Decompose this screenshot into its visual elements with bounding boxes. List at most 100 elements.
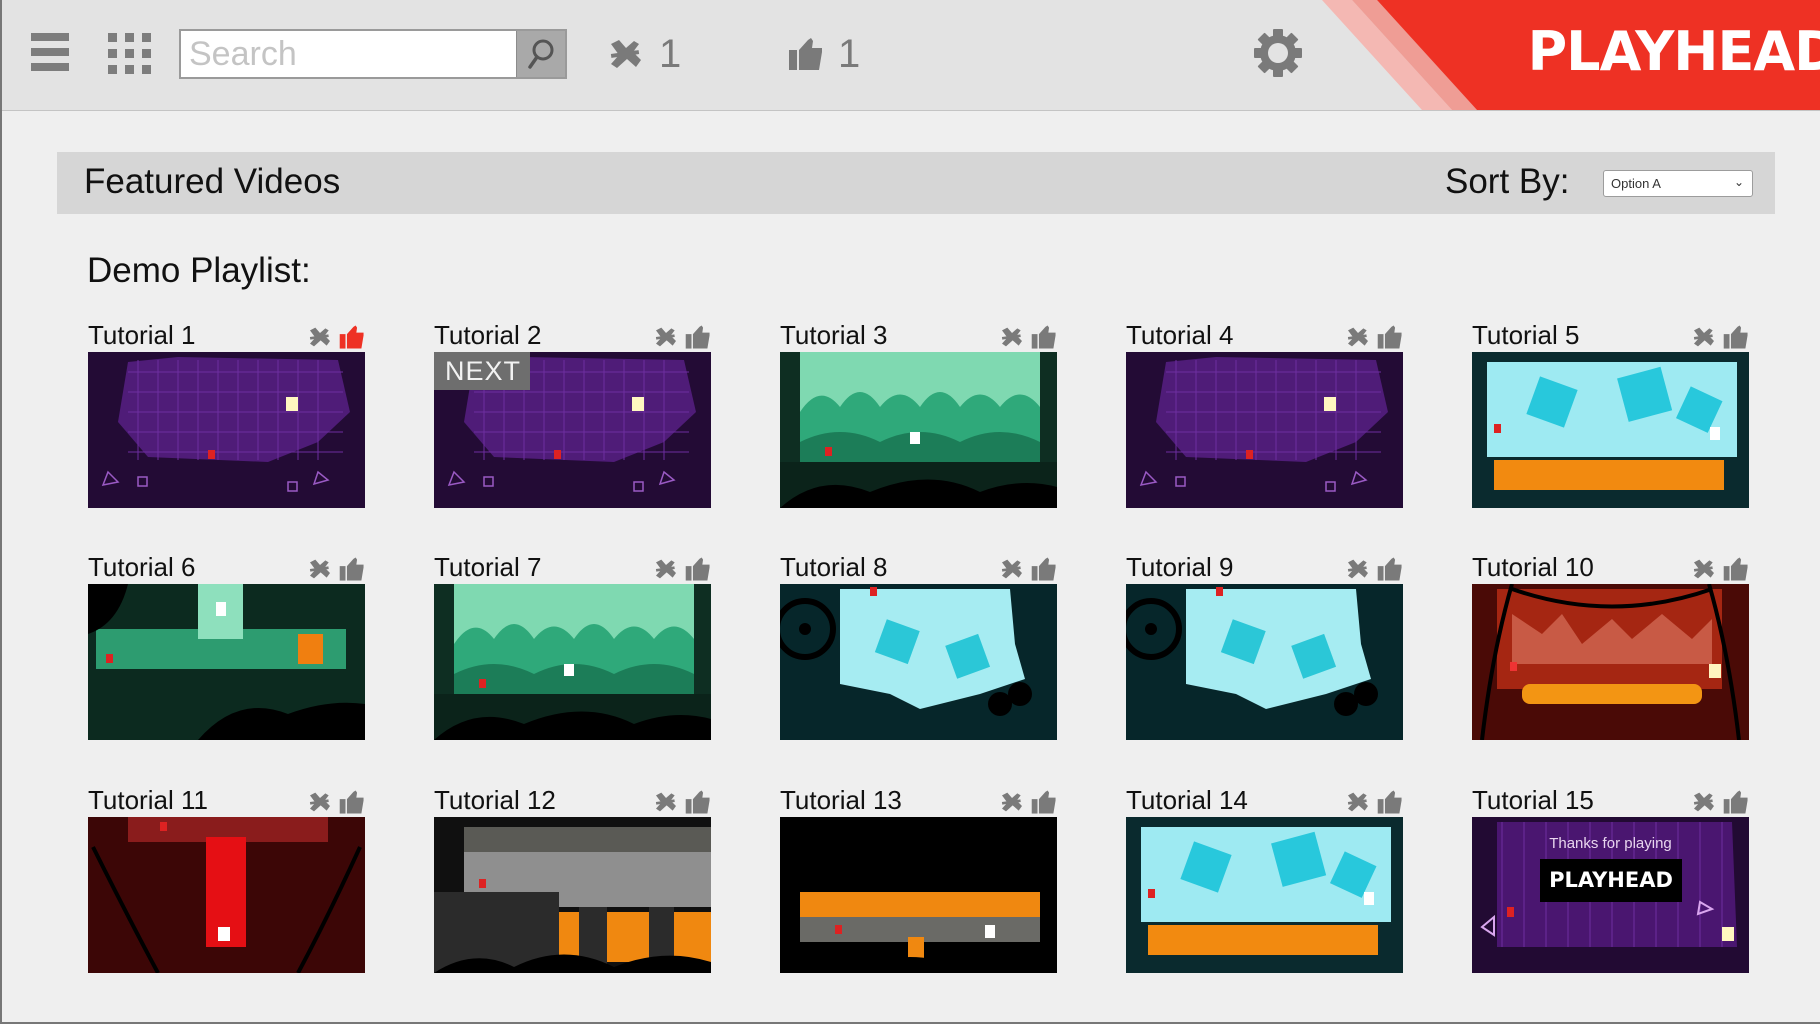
search-box xyxy=(179,29,567,79)
thumbnail-scene xyxy=(1472,584,1749,740)
dead-fish-icon xyxy=(610,40,641,68)
video-thumbnail[interactable] xyxy=(1472,352,1749,508)
thumbs-up-icon[interactable] xyxy=(1031,789,1057,820)
video-thumbnail[interactable] xyxy=(88,817,365,973)
video-actions xyxy=(1691,789,1749,820)
dislike-fish-icon[interactable] xyxy=(653,557,679,586)
dislike-fish-icon[interactable] xyxy=(999,790,1025,819)
video-title[interactable]: Tutorial 11 xyxy=(88,785,208,815)
thumbs-up-icon[interactable] xyxy=(685,556,711,587)
video-thumbnail[interactable] xyxy=(88,352,365,508)
video-tile: Tutorial 6 xyxy=(88,552,365,742)
hamburger-menu-icon[interactable] xyxy=(31,33,69,71)
video-tile: Tutorial 13 xyxy=(780,785,1057,975)
dislike-fish-icon[interactable] xyxy=(1691,790,1717,819)
video-tile: Tutorial 5 xyxy=(1472,320,1749,510)
thumbnail-scene xyxy=(1126,352,1403,508)
video-title[interactable]: Tutorial 10 xyxy=(1472,552,1594,582)
video-actions xyxy=(1345,789,1403,820)
video-actions xyxy=(653,789,711,820)
video-actions xyxy=(1345,556,1403,587)
video-thumbnail[interactable] xyxy=(780,817,1057,973)
video-thumbnail[interactable] xyxy=(780,352,1057,508)
dislike-counter[interactable]: 1 xyxy=(607,28,681,80)
thumbs-up-icon[interactable] xyxy=(1377,556,1403,587)
thumbs-up-icon[interactable] xyxy=(1723,324,1749,355)
video-title[interactable]: Tutorial 14 xyxy=(1126,785,1248,815)
video-title[interactable]: Tutorial 9 xyxy=(1126,552,1233,582)
video-title[interactable]: Tutorial 1 xyxy=(88,320,195,350)
dislike-fish-icon[interactable] xyxy=(1345,325,1371,354)
video-title[interactable]: Tutorial 15 xyxy=(1472,785,1594,815)
video-actions xyxy=(653,324,711,355)
video-thumbnail[interactable] xyxy=(1126,817,1403,973)
dislike-fish-icon[interactable] xyxy=(307,557,333,586)
thumbs-up-icon[interactable] xyxy=(339,556,365,587)
thumbs-up-icon[interactable] xyxy=(339,324,365,355)
dislike-fish-icon[interactable] xyxy=(999,325,1025,354)
sort-label: Sort By: xyxy=(1445,162,1570,201)
video-actions xyxy=(1345,324,1403,355)
gear-icon[interactable] xyxy=(1252,27,1304,79)
video-tile: Tutorial 14 xyxy=(1126,785,1403,975)
thumbs-up-icon[interactable] xyxy=(1031,556,1057,587)
sort-selected-value: Option A xyxy=(1611,176,1661,191)
featured-banner: Featured Videos Sort By: Option A ⌄ xyxy=(57,152,1775,214)
video-title[interactable]: Tutorial 4 xyxy=(1126,320,1233,350)
thumbs-up-icon[interactable] xyxy=(339,789,365,820)
video-title[interactable]: Tutorial 2 xyxy=(434,320,541,350)
video-tile: Tutorial 1 xyxy=(88,320,365,510)
thumbs-up-icon[interactable] xyxy=(1723,789,1749,820)
video-thumbnail[interactable] xyxy=(1126,352,1403,508)
thumbnail-scene xyxy=(1126,584,1403,740)
video-thumbnail[interactable] xyxy=(434,817,711,973)
thumbnail-scene xyxy=(1472,352,1749,508)
video-thumbnail[interactable]: Thanks for playing PLAYHEAD xyxy=(1472,817,1749,973)
video-title[interactable]: Tutorial 3 xyxy=(780,320,887,350)
thumbnail-scene xyxy=(88,584,365,740)
dislike-fish-icon[interactable] xyxy=(307,325,333,354)
video-thumbnail[interactable] xyxy=(780,584,1057,740)
grid-apps-icon[interactable] xyxy=(108,33,151,74)
video-thumbnail[interactable] xyxy=(434,584,711,740)
playlist-title: Demo Playlist: xyxy=(87,251,311,290)
thumbs-up-icon[interactable] xyxy=(1031,324,1057,355)
video-title[interactable]: Tutorial 5 xyxy=(1472,320,1579,350)
dislike-fish-icon[interactable] xyxy=(1345,557,1371,586)
video-tile: Tutorial 11 xyxy=(88,785,365,975)
dislike-fish-icon[interactable] xyxy=(999,557,1025,586)
video-tile: Tutorial 9 xyxy=(1126,552,1403,742)
thumbnail-scene xyxy=(434,584,711,740)
dislike-fish-icon[interactable] xyxy=(1345,790,1371,819)
dislike-fish-icon[interactable] xyxy=(1691,325,1717,354)
video-title[interactable]: Tutorial 8 xyxy=(780,552,887,582)
dislike-fish-icon[interactable] xyxy=(307,790,333,819)
thumbs-up-icon[interactable] xyxy=(1377,324,1403,355)
playhead-logo[interactable]: PLAYHEAD xyxy=(1528,20,1820,83)
thumbs-up-icon[interactable] xyxy=(1723,556,1749,587)
like-counter[interactable]: 1 xyxy=(788,28,860,80)
sort-dropdown[interactable]: Option A ⌄ xyxy=(1603,170,1753,197)
search-button[interactable] xyxy=(516,31,565,77)
dislike-fish-icon[interactable] xyxy=(653,325,679,354)
video-thumbnail[interactable] xyxy=(1472,584,1749,740)
video-title[interactable]: Tutorial 13 xyxy=(780,785,902,815)
video-thumbnail[interactable] xyxy=(1126,584,1403,740)
dislike-fish-icon[interactable] xyxy=(1691,557,1717,586)
dislike-fish-icon[interactable] xyxy=(653,790,679,819)
thumbnail-scene xyxy=(434,817,711,973)
thumbs-up-icon[interactable] xyxy=(685,324,711,355)
video-thumbnail[interactable]: NEXT xyxy=(434,352,711,508)
video-title[interactable]: Tutorial 7 xyxy=(434,552,541,582)
video-title[interactable]: Tutorial 6 xyxy=(88,552,195,582)
thumbs-up-icon[interactable] xyxy=(685,789,711,820)
video-tile: Tutorial 4 xyxy=(1126,320,1403,510)
thumbs-up-icon[interactable] xyxy=(1377,789,1403,820)
video-thumbnail[interactable] xyxy=(88,584,365,740)
video-tile: Tutorial 12 xyxy=(434,785,711,975)
video-title[interactable]: Tutorial 12 xyxy=(434,785,556,815)
dislike-count: 1 xyxy=(659,31,682,76)
search-input[interactable] xyxy=(181,31,517,77)
video-actions xyxy=(999,556,1057,587)
thumbs-up-icon xyxy=(789,38,822,70)
